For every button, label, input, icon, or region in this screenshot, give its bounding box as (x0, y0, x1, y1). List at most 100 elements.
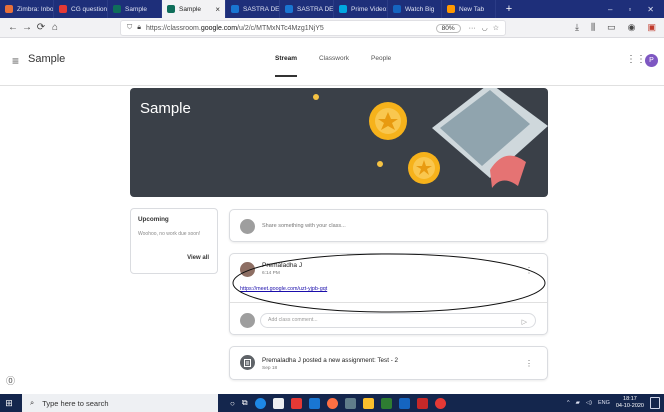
url-domain: google.com (200, 24, 238, 32)
browser-tab[interactable]: Zimbra: Inbox (0, 0, 54, 18)
banner-illustration (313, 88, 548, 188)
account-icon[interactable]: ◉ (628, 22, 636, 33)
library-icon[interactable]: ⫼ (591, 22, 595, 33)
chrome-icon[interactable] (434, 397, 446, 409)
back-arrow-icon[interactable]: ← (6, 22, 20, 33)
tab-favicon-icon (113, 5, 121, 13)
more-options-icon[interactable]: ⋮ (525, 266, 533, 275)
taskbar-clock[interactable]: 18:17 04-10-2020 (616, 396, 644, 410)
browser-tab[interactable]: Sample (108, 0, 162, 18)
sidebar-icon[interactable]: ▭ (607, 22, 616, 33)
bookmark-star-icon[interactable]: ☆ (493, 24, 499, 32)
tab-favicon-icon (167, 5, 175, 13)
extension-icon[interactable]: ▣ (647, 22, 656, 33)
user-icon (240, 219, 255, 234)
browser-tab[interactable]: Prime Video: (334, 0, 388, 18)
url-prefix: https://classroom. (145, 24, 201, 32)
download-icon[interactable]: ⤓ (575, 22, 579, 33)
address-bar[interactable]: ⛉ 🔒︎ https://classroom. google.com/u/2/c/… (120, 20, 506, 36)
browser-tab[interactable]: Watch Big (388, 0, 442, 18)
tab-label: SASTRA DEEM (297, 5, 334, 13)
pocket-icon[interactable]: ◡ (482, 24, 488, 32)
browser-tab[interactable]: Sample × (162, 0, 226, 18)
main-menu-icon[interactable]: ≡ (12, 54, 19, 68)
settings-icon[interactable] (344, 397, 356, 409)
taskbar-search[interactable]: ⌕ Type here to search (22, 394, 218, 412)
store-icon[interactable] (272, 397, 284, 409)
minimize-button[interactable]: – (608, 5, 612, 14)
reload-icon[interactable]: ⟳ (34, 22, 48, 33)
window-controls: – ▫ ✕ (608, 5, 664, 14)
class-title[interactable]: Sample (28, 53, 65, 65)
upcoming-panel: Upcoming Woohoo, no work due soon! View … (130, 208, 218, 274)
forward-arrow-icon[interactable]: → (20, 22, 34, 33)
more-options-icon[interactable]: ⋮ (525, 359, 533, 368)
tray-chevron-icon[interactable]: ^ (567, 400, 570, 406)
lock-icon: 🔒︎ (137, 24, 141, 31)
share-box[interactable]: Share something with your class... (229, 209, 548, 242)
post-time: 6:14 PM (262, 271, 280, 276)
tab-stream[interactable]: Stream (275, 55, 297, 77)
assignment-icon (240, 355, 255, 370)
network-icon[interactable]: ▰ (576, 400, 580, 406)
tab-classwork[interactable]: Classwork (319, 55, 349, 77)
volume-icon[interactable]: ◁) (586, 400, 592, 406)
task-view-icon[interactable]: ⧉ (242, 398, 248, 408)
home-icon[interactable]: ⌂ (48, 22, 62, 33)
acrobat-icon[interactable] (416, 397, 428, 409)
cortana-icon[interactable]: ○ (230, 399, 235, 408)
taskbar-apps: ○ ⧉ (230, 397, 446, 409)
tab-people[interactable]: People (371, 55, 391, 77)
tab-favicon-icon (339, 5, 347, 13)
close-tab-icon[interactable]: × (209, 5, 220, 14)
system-tray: ^ ▰ ◁) ENG 18:17 04-10-2020 (567, 396, 664, 410)
word-icon[interactable] (398, 397, 410, 409)
tab-label: Sample (125, 5, 148, 13)
clock-date: 04-10-2020 (615, 403, 644, 409)
new-tab-button[interactable]: + (496, 3, 522, 15)
maximize-button[interactable]: ▫ (628, 5, 631, 14)
page-actions-icon[interactable]: ··· (469, 25, 476, 32)
browser-tab[interactable]: SASTRA DEEM (226, 0, 280, 18)
firefox-icon[interactable] (326, 397, 338, 409)
edge-icon[interactable] (254, 397, 266, 409)
google-apps-icon[interactable]: ⋮⋮ (626, 54, 646, 65)
browser-tab-bar: Zimbra: Inbox CG questions Sample Sample × SA… (0, 0, 664, 18)
zoom-level[interactable]: 80% (435, 23, 461, 33)
tab-label: Zimbra: Inbox (17, 5, 54, 13)
comment-placeholder: Add class comment... (268, 317, 318, 323)
browser-tab[interactable]: CG questions (54, 0, 108, 18)
clock-time: 18:17 (623, 396, 637, 402)
browser-tab[interactable]: SASTRA DEEM (280, 0, 334, 18)
divider (230, 302, 547, 303)
tab-favicon-icon (393, 5, 401, 13)
avatar[interactable]: P (645, 54, 658, 67)
windows-start-icon[interactable]: ⊞ (0, 398, 18, 409)
browser-tab[interactable]: New Tab (442, 0, 496, 18)
send-icon[interactable]: ▷ (522, 316, 527, 329)
tab-label: Sample (179, 5, 202, 13)
tab-favicon-icon (285, 5, 293, 13)
help-icon[interactable]: ⓪ (6, 374, 15, 387)
classroom-tabs: Stream Classwork People (275, 55, 391, 77)
share-placeholder[interactable]: Share something with your class... (262, 223, 346, 229)
office-icon[interactable] (290, 397, 302, 409)
excel-icon[interactable] (380, 397, 392, 409)
shield-icon: ⛉ (127, 24, 133, 31)
browser-toolbar-right: ⤓ ⫼ ▭ ◉ ▣ (575, 22, 656, 33)
classroom-header: ≡ Sample Stream Classwork People ⋮⋮ P (0, 38, 664, 86)
user-icon (240, 313, 255, 328)
language-indicator[interactable]: ENG (598, 400, 610, 406)
view-all-link[interactable]: View all (187, 255, 209, 261)
notification-icon[interactable] (650, 397, 660, 409)
assignment-post[interactable]: Premaladha J posted a new assignment: Te… (229, 346, 548, 380)
tab-favicon-icon (59, 5, 67, 13)
folder-icon[interactable] (362, 397, 374, 409)
mail-icon[interactable] (308, 397, 320, 409)
upcoming-title: Upcoming (138, 216, 169, 223)
class-comment-input[interactable]: Add class comment... ▷ (260, 313, 536, 328)
close-window-button[interactable]: ✕ (647, 5, 654, 14)
tab-label: Prime Video: (351, 5, 388, 13)
meet-link[interactable]: https://meet.google.com/uzt-yjpb-gqt (240, 286, 327, 292)
browser-nav-bar: ← → ⟳ ⌂ ⛉ 🔒︎ https://classroom. google.co… (0, 18, 664, 38)
